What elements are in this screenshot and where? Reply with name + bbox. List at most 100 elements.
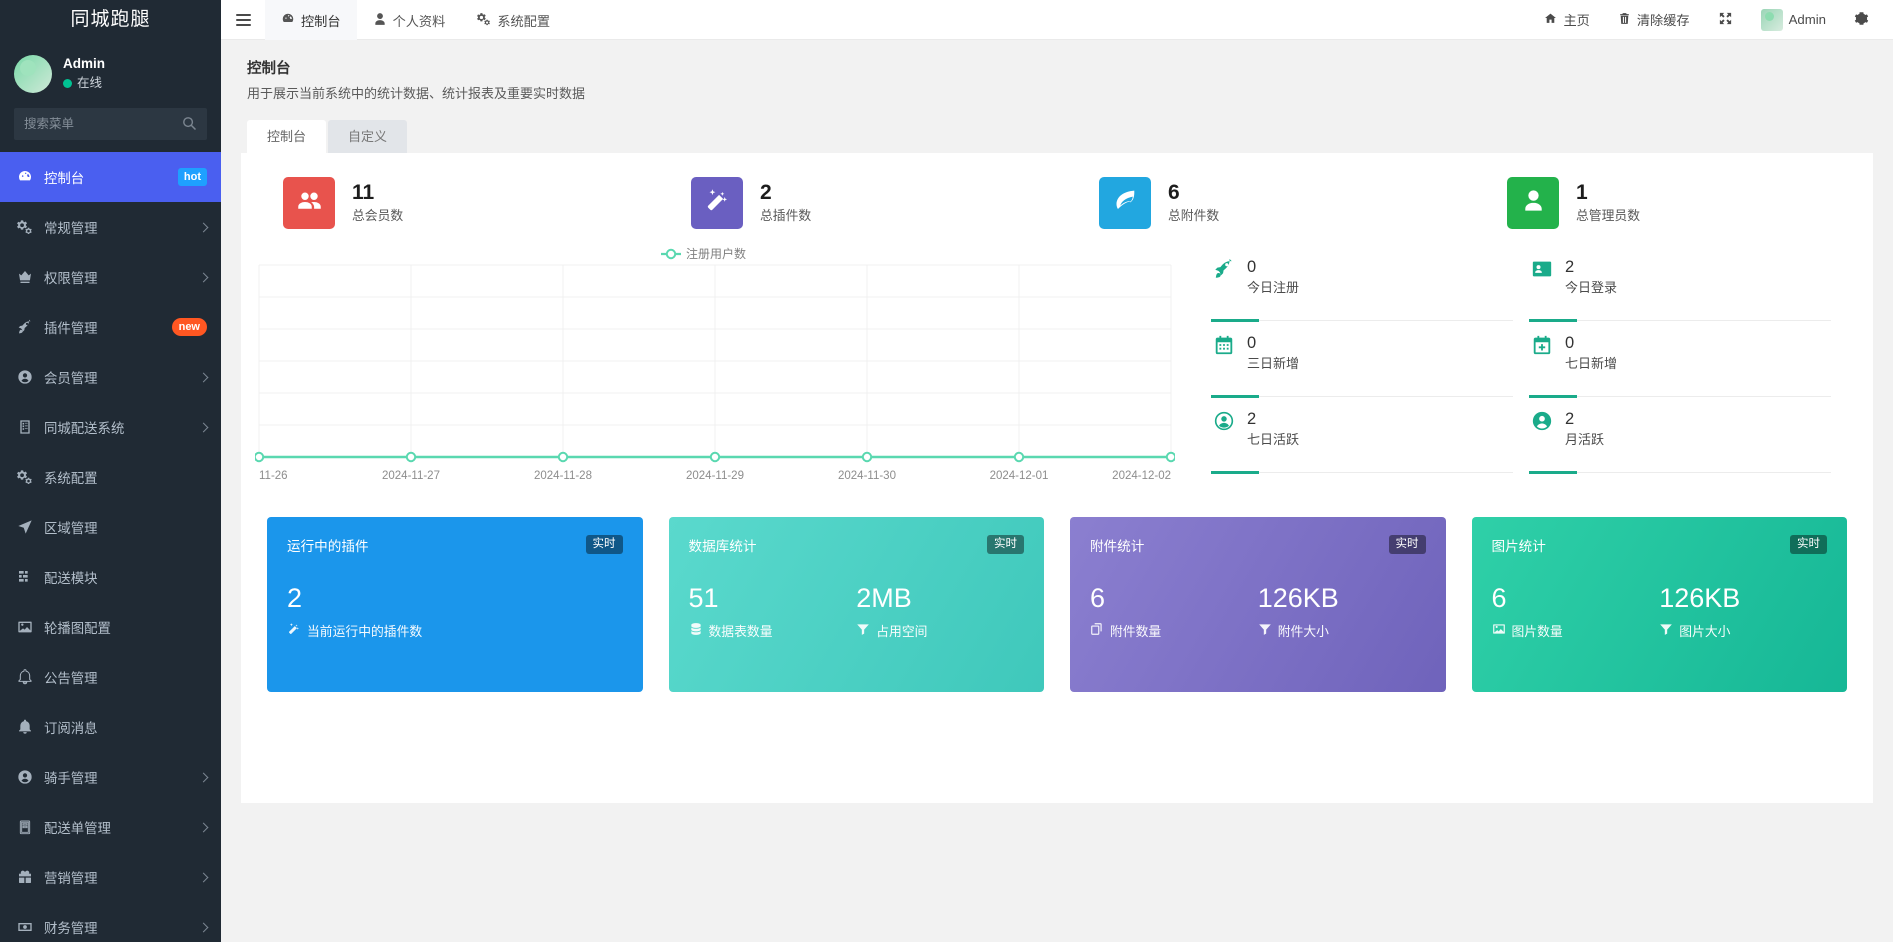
app-root: 同城跑腿 Admin 在线 控制台 hot 常规管理权限管理插件管理 new 会员管理同… xyxy=(0,0,1893,942)
card-metric-value: 51 xyxy=(688,583,719,613)
sidebar-item-10[interactable]: 轮播图配置 xyxy=(0,602,221,652)
summary-stat-label: 总插件数 xyxy=(760,208,812,223)
card-title: 数据库统计 xyxy=(688,539,757,554)
side-stat-label: 七日新增 xyxy=(1565,356,1618,371)
sidebar-item-label: 骑手管理 xyxy=(44,771,98,786)
chevron-right-icon xyxy=(198,272,209,282)
card-tag: 实时 xyxy=(1388,535,1426,554)
magic-wand-icon xyxy=(287,622,301,639)
location-arrow-icon xyxy=(17,519,33,535)
sidebar-item-1[interactable]: 控制台 hot xyxy=(0,152,221,202)
sidebar-item-3[interactable]: 权限管理 xyxy=(0,252,221,302)
chevron-right-icon xyxy=(198,422,209,432)
topbar-tab-2[interactable]: 个人资料 xyxy=(357,0,462,40)
topbar-action-5[interactable] xyxy=(1840,0,1883,40)
side-stat-label: 今日注册 xyxy=(1247,280,1300,295)
users-icon xyxy=(296,187,323,219)
summary-stat-1: 11 总会员数 xyxy=(241,177,649,229)
topbar-action-3[interactable] xyxy=(1704,0,1747,40)
user-circle-icon xyxy=(16,769,34,785)
topbar-action-2[interactable]: 清除缓存 xyxy=(1604,0,1704,40)
card-metric-value: 6 xyxy=(1090,583,1106,613)
clipboard-icon xyxy=(17,819,33,835)
gears-icon xyxy=(16,469,34,485)
hamburger-icon[interactable] xyxy=(221,0,265,39)
sidebar-item-label: 公告管理 xyxy=(44,671,98,686)
card-metric-label: 当前运行中的插件数 xyxy=(307,624,423,639)
page: 控制台 用于展示当前系统中的统计数据、统计报表及重要实时数据 控制台 自定义 11… xyxy=(221,40,1893,942)
sidebar-item-9[interactable]: 配送模块 xyxy=(0,552,221,602)
summary-stat-label: 总会员数 xyxy=(352,208,404,223)
card-metric-label: 附件大小 xyxy=(1277,624,1329,639)
avatar xyxy=(14,55,52,93)
rocket-icon xyxy=(16,319,34,335)
user-circle-icon xyxy=(16,369,34,385)
id-card-icon xyxy=(1529,258,1555,284)
topbar-action-4[interactable]: Admin xyxy=(1747,0,1840,40)
summary-stat-label: 总管理员数 xyxy=(1576,208,1640,223)
grid-icon xyxy=(17,569,33,585)
card-title: 图片统计 xyxy=(1491,539,1546,554)
sidebar-item-label: 营销管理 xyxy=(44,871,98,886)
search-icon[interactable] xyxy=(182,116,197,131)
sidebar-item-16[interactable]: 财务管理 xyxy=(0,902,221,942)
id-card-icon xyxy=(1531,258,1553,285)
topbar-action-1[interactable]: 主页 xyxy=(1530,0,1603,40)
sidebar-item-4[interactable]: 插件管理 new xyxy=(0,302,221,352)
page-tab-2[interactable]: 自定义 xyxy=(328,120,408,153)
brand-title: 同城跑腿 xyxy=(0,0,221,40)
sidebar-item-11[interactable]: 公告管理 xyxy=(0,652,221,702)
card-metric-value: 126KB xyxy=(1659,583,1741,613)
side-stat-rule xyxy=(1211,319,1513,322)
sidebar-item-label: 常规管理 xyxy=(44,221,98,236)
page-tab-1[interactable]: 控制台 xyxy=(247,120,327,153)
card-title: 附件统计 xyxy=(1090,539,1145,554)
side-stat-rule xyxy=(1529,395,1831,398)
calendar-plus-icon xyxy=(1529,334,1555,360)
card-metric-label: 附件数量 xyxy=(1110,624,1162,639)
sidebar-item-14[interactable]: 配送单管理 xyxy=(0,802,221,852)
card-title: 运行中的插件 xyxy=(287,539,369,554)
topbar-tab-3[interactable]: 系统配置 xyxy=(461,0,566,40)
card-metric-1: 2 当前运行中的插件数 xyxy=(287,581,623,640)
registration-line-chart[interactable]: 11-26 2024-11-27 2024-11-28 2024-11-29 2024-… xyxy=(255,245,1191,495)
side-stat-6: 2 月活跃 xyxy=(1529,405,1847,481)
sidebar-item-label: 轮播图配置 xyxy=(44,621,111,636)
sidebar-item-label: 权限管理 xyxy=(44,271,98,286)
sidebar-item-13[interactable]: 骑手管理 xyxy=(0,752,221,802)
search-input[interactable] xyxy=(14,108,207,140)
svg-text:2024-11-27: 2024-11-27 xyxy=(382,470,440,482)
gift-icon xyxy=(17,869,33,885)
card-metric-2: 2MB 占用空间 xyxy=(856,581,1024,640)
sidebar-item-12[interactable]: 订阅消息 xyxy=(0,702,221,752)
chart-and-side: 11-26 2024-11-27 2024-11-28 2024-11-29 2024-… xyxy=(241,239,1873,495)
topbar-tab-1[interactable]: 控制台 xyxy=(265,0,357,40)
page-tabs: 控制台 自定义 xyxy=(247,120,1893,153)
sidebar-item-2[interactable]: 常规管理 xyxy=(0,202,221,252)
home-icon xyxy=(1544,12,1557,28)
sidebar-user[interactable]: Admin 在线 xyxy=(0,40,221,108)
crown-icon xyxy=(16,269,34,285)
side-stat-rule xyxy=(1211,471,1513,474)
leaf-icon xyxy=(1099,177,1151,229)
user-solid-icon xyxy=(1520,187,1547,219)
summary-stat-value: 11 xyxy=(352,181,375,204)
summary-stats: 11 总会员数 2 总插件数 6 总附件数 1 总管理员数 xyxy=(241,153,1873,239)
sidebar-item-15[interactable]: 营销管理 xyxy=(0,852,221,902)
sidebar-item-6[interactable]: 同城配送系统 xyxy=(0,402,221,452)
realtime-card-3: 附件统计 实时 6 附件数量 126KB 附件大小 xyxy=(1070,517,1446,692)
summary-stat-2: 2 总插件数 xyxy=(649,177,1057,229)
sidebar-item-8[interactable]: 区域管理 xyxy=(0,502,221,552)
card-metric-1: 6 附件数量 xyxy=(1090,581,1258,640)
sidebar-item-5[interactable]: 会员管理 xyxy=(0,352,221,402)
topbar-tab-label: 系统配置 xyxy=(497,13,551,29)
sidebar-search xyxy=(0,108,221,152)
calendar-icon xyxy=(1213,334,1235,361)
sidebar-item-label: 插件管理 xyxy=(44,321,98,336)
side-stat-label: 今日登录 xyxy=(1565,280,1618,295)
side-stats: 0 今日注册 2 今日登录 0 三日新增 0 七日新增 2 七日活跃 2 月活跃 xyxy=(1191,245,1873,495)
svg-text:2024-11-28: 2024-11-28 xyxy=(534,470,592,482)
sidebar-item-7[interactable]: 系统配置 xyxy=(0,452,221,502)
card-metric-value: 2 xyxy=(287,583,303,613)
side-stat-value: 0 xyxy=(1247,334,1257,352)
